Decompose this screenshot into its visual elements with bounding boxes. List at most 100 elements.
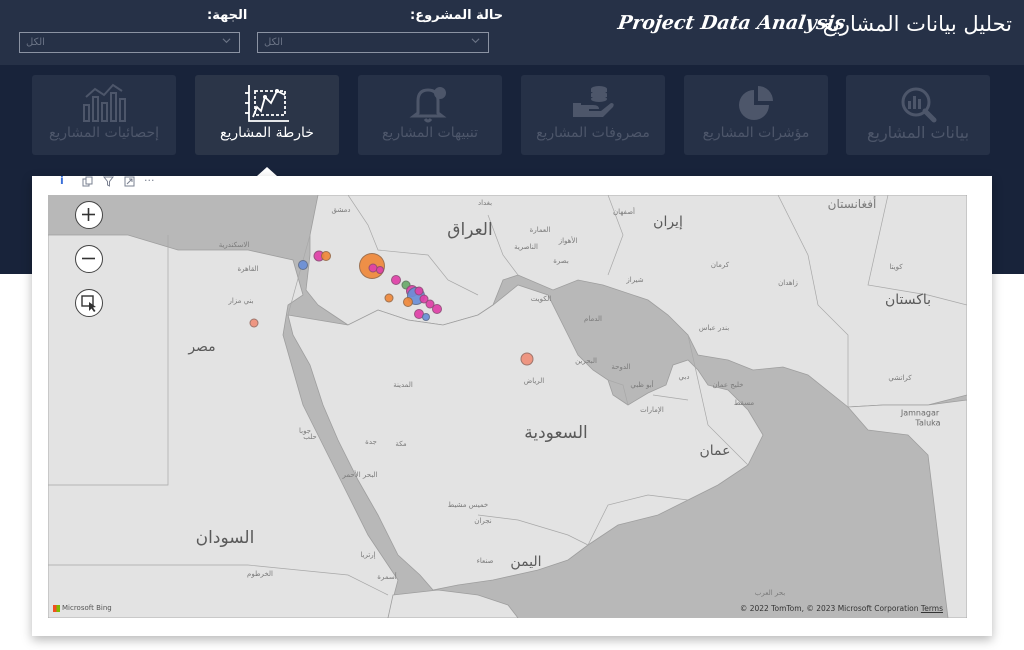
sea-label-red-sea: البحر الأحمر — [342, 471, 378, 479]
bar-stats-icon — [83, 83, 126, 122]
city-label-gulf-of-oman: خليج عمان — [712, 381, 744, 389]
zoom-out-button[interactable] — [75, 245, 103, 273]
bing-logo: Microsoft Bing — [53, 604, 112, 612]
city-label-bahrain: البحرين — [575, 357, 597, 365]
city-label-taluka: Taluka — [915, 418, 941, 428]
app-root: تحليل بيانات المشاريع Project Data Analy… — [0, 0, 1024, 650]
page-title: تحليل بيانات المشاريع — [822, 12, 1012, 36]
city-label-madinah: المدينة — [393, 381, 413, 389]
city-label-baghdad: بغداد — [477, 199, 493, 207]
city-label-shiraz: شيراز — [626, 276, 644, 284]
country-label-saudi: السعودية — [524, 423, 588, 443]
city-label-damascus: دمشق — [331, 206, 351, 214]
city-label-zahedan: زاهدان — [778, 279, 798, 287]
coins-hand-icon — [573, 86, 614, 117]
city-label-abu-dhabi: أبو ظبي — [630, 381, 654, 389]
info-icon[interactable]: i — [60, 174, 64, 187]
city-label-najran: نجران — [474, 517, 492, 525]
city-label-jeddah: جدة — [365, 438, 377, 446]
project-bubble[interactable] — [376, 265, 385, 274]
nav-project-alerts-label: تنبيهات المشاريع — [381, 125, 479, 141]
map-credit-text: © 2022 TomTom, © 2023 Microsoft Corporat… — [739, 604, 919, 613]
copy-icon[interactable] — [82, 176, 93, 187]
map-basemap — [48, 195, 967, 618]
nav-project-expenses-label: مصروفات المشاريع — [536, 125, 650, 141]
map-chart-icon — [245, 85, 289, 122]
status-filter-label: حالة المشروع: — [410, 8, 504, 23]
zoom-in-button[interactable] — [75, 201, 103, 229]
nav-project-statistics-label: إحصائيات المشاريع — [48, 125, 160, 141]
city-label-makkah: مكة — [395, 440, 407, 448]
city-label-halab: حلب — [303, 433, 317, 441]
country-label-pakistan: باكستان — [884, 292, 932, 308]
select-area-icon — [81, 295, 96, 312]
city-label-khamis-mushait: خميس مشيط — [447, 501, 489, 509]
nav-project-map[interactable]: خارطة المشاريع — [195, 75, 339, 155]
city-label-nasiriyah: الناصرية — [514, 243, 538, 251]
city-label-dammam: الدمام — [584, 315, 602, 323]
nav-project-expenses[interactable]: مصروفات المشاريع — [521, 75, 665, 155]
bing-text: Microsoft Bing — [62, 604, 112, 612]
city-label-jamnagar: Jamnagar — [900, 408, 940, 418]
city-label-beni-mazar: بني مزار — [228, 297, 254, 305]
entity-filter-label: الجهة: — [207, 8, 248, 23]
visual-header-toolbar: i ··· — [54, 174, 162, 190]
country-label-egypt: مصر — [188, 339, 216, 355]
nav-project-indicators[interactable]: مؤشرات المشاريع — [684, 75, 828, 155]
nav-project-alerts[interactable]: تنبيهات المشاريع — [358, 75, 502, 155]
chevron-down-icon — [471, 38, 480, 44]
city-label-dubai: دبي — [678, 373, 690, 381]
project-bubble[interactable] — [321, 250, 332, 261]
sea-label-arabian-sea: بحر العرب — [754, 589, 786, 597]
active-tab-pointer — [257, 167, 277, 176]
city-label-karachi: كراتشي — [888, 374, 912, 382]
city-label-doha: الدوحة — [611, 363, 631, 371]
search-chart-icon — [901, 87, 937, 123]
country-label-yemen: اليمن — [510, 554, 542, 570]
country-label-iraq: العراق — [447, 220, 493, 240]
country-label-iran: إيران — [653, 214, 683, 230]
project-bubble[interactable] — [431, 303, 442, 314]
project-bubble[interactable] — [520, 352, 534, 366]
city-label-uae: الإمارات — [640, 406, 664, 414]
country-label-sudan: السودان — [195, 528, 255, 548]
nav-project-indicators-label: مؤشرات المشاريع — [702, 125, 810, 141]
entity-filter-dropdown[interactable]: الكل — [19, 32, 240, 53]
city-label-cairo: القاهرة — [237, 265, 259, 273]
project-bubble[interactable] — [421, 313, 430, 322]
project-bubble[interactable] — [298, 259, 309, 270]
city-label-muscat: مسقط — [733, 399, 755, 407]
nav-project-data[interactable]: بيانات المشاريع — [846, 75, 990, 155]
focus-mode-icon[interactable] — [124, 176, 135, 187]
country-label-oman: عمان — [699, 443, 731, 459]
lasso-select-button[interactable] — [75, 289, 103, 317]
city-label-isfahan: أصفهان — [613, 208, 635, 216]
status-filter-dropdown[interactable]: الكل — [257, 32, 489, 53]
city-label-kuwait: الكويت — [530, 295, 552, 303]
country-label-afghanistan: أفغانستان — [827, 197, 877, 211]
page-title-english: Project Data Analysis — [616, 12, 847, 34]
nav-project-statistics[interactable]: إحصائيات المشاريع — [32, 75, 176, 155]
city-label-asmara: أسمرة — [377, 573, 397, 581]
projects-map[interactable]: السعودية العراق إيران أفغانستان باكستان … — [48, 195, 967, 618]
project-bubble[interactable] — [249, 318, 259, 328]
city-label-basra: بصرة — [553, 257, 569, 265]
terms-link[interactable]: Terms — [921, 604, 943, 613]
filter-icon[interactable] — [103, 176, 114, 187]
project-bubble[interactable] — [391, 275, 402, 286]
city-label-sanaa: صنعاء — [476, 557, 494, 565]
city-label-alexandria: الاسكندرية — [218, 241, 250, 249]
nav-project-data-label: بيانات المشاريع — [866, 123, 970, 142]
city-label-riyadh: الرياض — [523, 377, 545, 385]
map-credit: © 2022 TomTom, © 2023 Microsoft Corporat… — [740, 604, 943, 613]
minus-icon — [82, 257, 95, 260]
nav-project-map-label: خارطة المشاريع — [220, 125, 314, 141]
pie-chart-icon — [739, 86, 773, 120]
project-bubble[interactable] — [384, 293, 394, 303]
city-label-ahvaz: الأهواز — [558, 237, 578, 245]
entity-filter-value: الكل — [26, 37, 45, 48]
status-filter-value: الكل — [264, 37, 283, 48]
more-options-icon[interactable]: ··· — [144, 174, 155, 187]
project-bubble[interactable] — [402, 296, 413, 307]
city-label-amara: العمارة — [529, 226, 551, 234]
